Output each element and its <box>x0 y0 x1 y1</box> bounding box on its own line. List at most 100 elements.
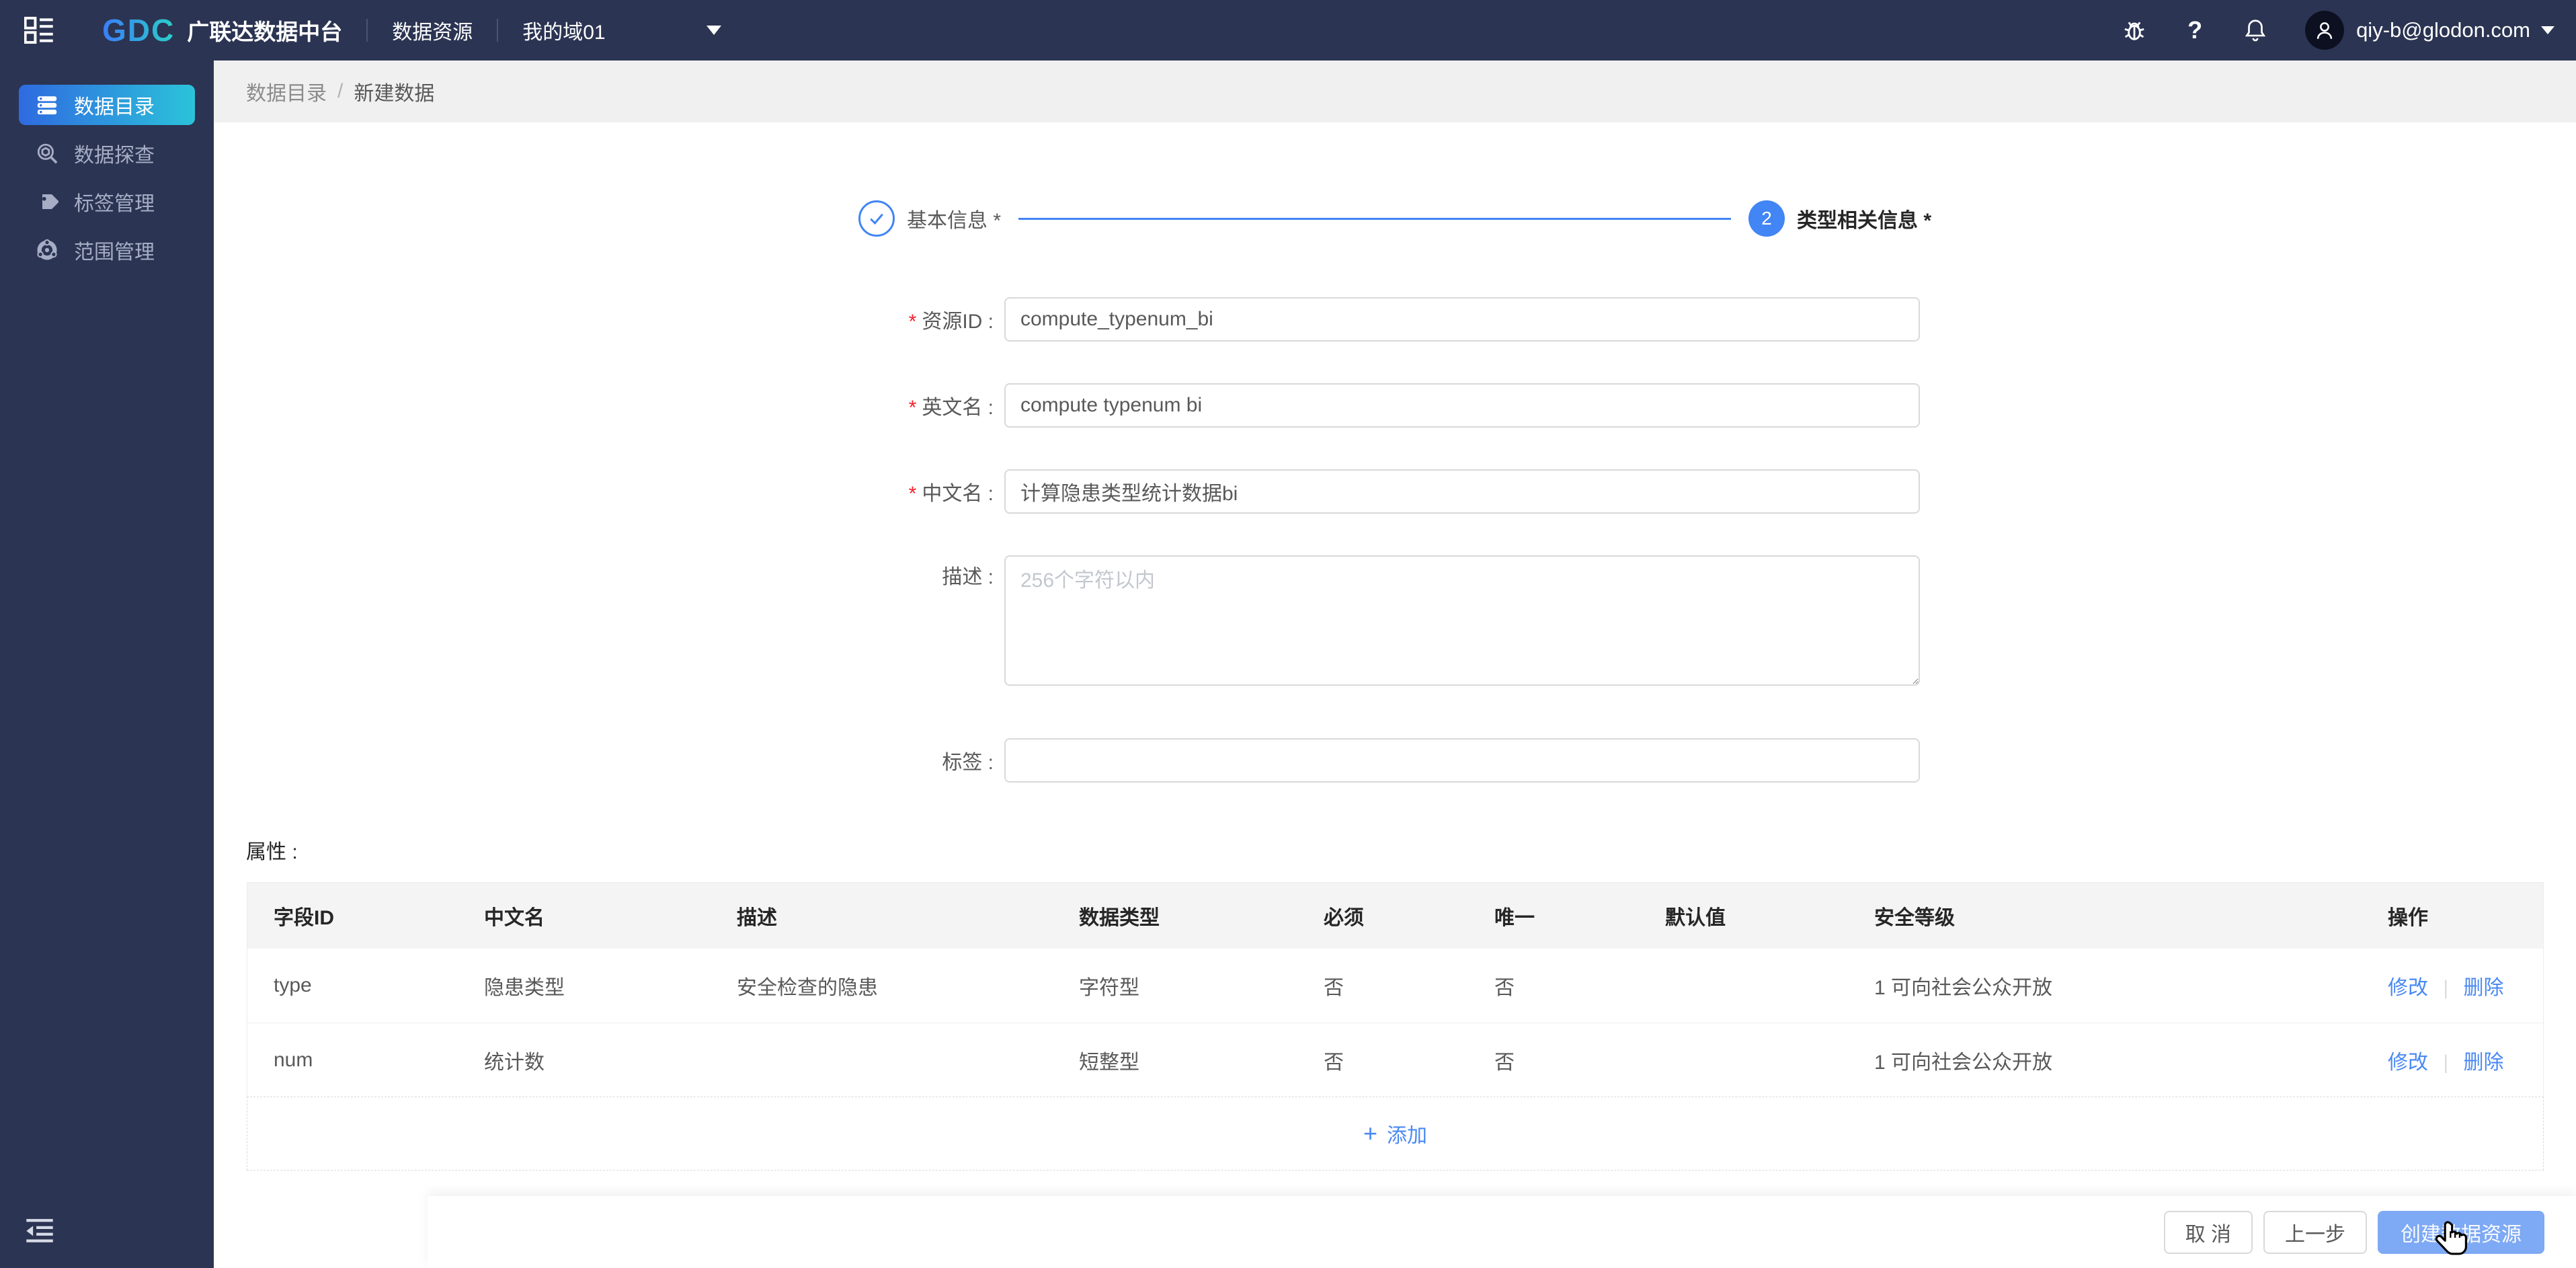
column-header: 操作 <box>2388 907 2428 929</box>
cell-actions: 修改 | 删除 <box>2362 971 2543 1000</box>
tag-icon <box>35 190 59 214</box>
cell-cn-name: 统计数 <box>484 1051 545 1074</box>
step-check-icon <box>858 200 895 237</box>
step-type-info[interactable]: 2 类型相关信息 * <box>1748 200 1931 237</box>
field-label: * 资源ID : <box>908 311 994 333</box>
column-header: 安全等级 <box>1874 907 1955 929</box>
bug-report-icon[interactable] <box>2120 15 2149 45</box>
column-header: 唯一 <box>1494 907 1535 929</box>
column-header: 字段ID <box>274 907 334 929</box>
step-indicator: 基本信息 * 2 类型相关信息 * <box>214 200 2576 237</box>
form-row-tags: 标签 : <box>214 738 2576 783</box>
cell-security: 1 可向社会公众开放 <box>1874 1051 2053 1074</box>
delete-link[interactable]: 删除 <box>2463 977 2503 999</box>
edit-link[interactable]: 修改 <box>2388 1052 2428 1074</box>
field-label: * 英文名 : <box>908 397 994 419</box>
form-row-chinese-name: * 中文名 : <box>214 469 2576 514</box>
breadcrumb: 数据目录 / 新建数据 <box>214 61 2576 122</box>
cell-description: 安全检查的隐患 <box>737 977 878 999</box>
topbar-right: ? qiy-b@glodon.com <box>2089 11 2554 50</box>
topbar: GDC 广联达数据中台 数据资源 我的域01 ? qiy-b@glodon.co… <box>0 0 2576 61</box>
table-row: type 隐患类型 安全检查的隐患 字符型 否 否 1 可向社会公众开放 修改 … <box>247 949 2543 1023</box>
description-textarea[interactable] <box>1004 555 1920 686</box>
breadcrumb-parent[interactable]: 数据目录 <box>246 77 327 106</box>
resource-id-input[interactable] <box>1004 297 1920 342</box>
domain-label: 我的域01 <box>522 22 606 44</box>
brand-title: 广联达数据中台 <box>187 19 343 44</box>
cell-required: 否 <box>1324 977 1344 999</box>
scope-icon <box>35 238 59 262</box>
footer-action-bar: 取 消 上一步 创建数据资源 <box>428 1196 2576 1268</box>
sidebar-item-data-explore[interactable]: 数据探查 <box>0 129 214 177</box>
chevron-down-icon <box>706 26 721 35</box>
sidebar-item-tag-management[interactable]: 标签管理 <box>0 177 214 226</box>
form-row-english-name: * 英文名 : <box>214 383 2576 428</box>
chinese-name-input[interactable] <box>1004 469 1920 514</box>
column-header: 数据类型 <box>1079 907 1160 929</box>
step-basic-info[interactable]: 基本信息 * <box>858 200 1001 237</box>
user-menu-caret-icon[interactable] <box>2541 26 2554 34</box>
cell-security: 1 可向社会公众开放 <box>1874 977 2053 999</box>
delete-link[interactable]: 删除 <box>2463 1052 2503 1074</box>
resource-form: *资源ID : *英文名 : *中文名 : 描述 : 标签 : <box>214 297 2576 783</box>
cell-field-id: type <box>274 974 312 996</box>
edit-link[interactable]: 修改 <box>2388 977 2428 999</box>
tags-input[interactable] <box>1004 738 1920 783</box>
field-label: 描述 : <box>942 566 994 588</box>
attributes-table: 字段ID 中文名 描述 数据类型 必须 唯一 默认值 安全等级 操作 type … <box>247 882 2544 1171</box>
required-marker: * <box>908 311 917 333</box>
form-content: 基本信息 * 2 类型相关信息 * *资源ID : *英文名 : <box>214 122 2576 1268</box>
create-data-resource-button[interactable]: 创建数据资源 <box>2378 1210 2544 1254</box>
cell-data-type: 短整型 <box>1079 1051 1139 1074</box>
notifications-bell-icon[interactable] <box>2241 15 2270 45</box>
step-label: 类型相关信息 * <box>1797 210 1932 232</box>
cell-field-id: num <box>274 1048 313 1071</box>
field-label: * 中文名 : <box>908 483 994 505</box>
form-row-description: 描述 : <box>214 555 2576 686</box>
add-label: 添加 <box>1387 1125 1428 1147</box>
domain-selector[interactable]: 我的域01 <box>522 15 721 45</box>
action-divider: | <box>2443 1051 2449 1074</box>
required-marker: * <box>908 397 917 419</box>
nav-data-resources[interactable]: 数据资源 <box>392 15 473 45</box>
gdc-logo: GDC <box>102 13 175 48</box>
previous-step-button[interactable]: 上一步 <box>2263 1210 2367 1254</box>
step-label: 基本信息 * <box>906 210 1001 232</box>
breadcrumb-current: 新建数据 <box>354 83 435 105</box>
app-switcher-icon[interactable] <box>24 15 55 46</box>
cell-unique: 否 <box>1494 977 1515 999</box>
required-marker: * <box>908 483 917 505</box>
sidebar-item-label: 数据探查 <box>74 145 155 167</box>
column-header: 必须 <box>1324 907 1364 929</box>
cell-actions: 修改 | 删除 <box>2362 1045 2543 1075</box>
sidebar-item-label: 标签管理 <box>74 193 155 215</box>
attributes-section-label: 属性 : <box>246 841 298 863</box>
sidebar-item-label: 范围管理 <box>74 241 155 264</box>
sidebar-collapse-icon[interactable] <box>24 1217 55 1244</box>
sidebar-item-scope-management[interactable]: 范围管理 <box>0 226 214 274</box>
cell-required: 否 <box>1324 1051 1344 1074</box>
english-name-input[interactable] <box>1004 383 1920 428</box>
cell-unique: 否 <box>1494 1051 1515 1074</box>
plus-icon: + <box>1363 1119 1378 1147</box>
topbar-divider <box>366 19 368 42</box>
breadcrumb-separator: / <box>337 80 344 102</box>
sidebar: 数据目录 数据探查 标签管理 范围管理 <box>0 61 214 1268</box>
sidebar-item-data-catalog[interactable]: 数据目录 <box>19 85 195 125</box>
sidebar-item-label: 数据目录 <box>74 96 155 118</box>
column-header: 描述 <box>737 907 777 929</box>
topbar-divider <box>497 19 499 42</box>
field-label: 标签 : <box>942 752 994 774</box>
cell-cn-name: 隐患类型 <box>484 977 565 999</box>
cell-data-type: 字符型 <box>1079 977 1139 999</box>
cancel-button[interactable]: 取 消 <box>2163 1210 2253 1254</box>
step-number: 2 <box>1748 200 1785 237</box>
add-attribute-button[interactable]: + 添加 <box>247 1097 2544 1171</box>
table-header-row: 字段ID 中文名 描述 数据类型 必须 唯一 默认值 安全等级 操作 <box>247 883 2543 949</box>
user-avatar[interactable] <box>2305 11 2345 50</box>
database-catalog-icon <box>35 93 59 117</box>
column-header: 中文名 <box>484 907 545 929</box>
help-icon[interactable]: ? <box>2180 15 2210 45</box>
user-email[interactable]: qiy-b@glodon.com <box>2356 18 2530 42</box>
table-row: num 统计数 短整型 否 否 1 可向社会公众开放 修改 | 删除 <box>247 1023 2543 1097</box>
